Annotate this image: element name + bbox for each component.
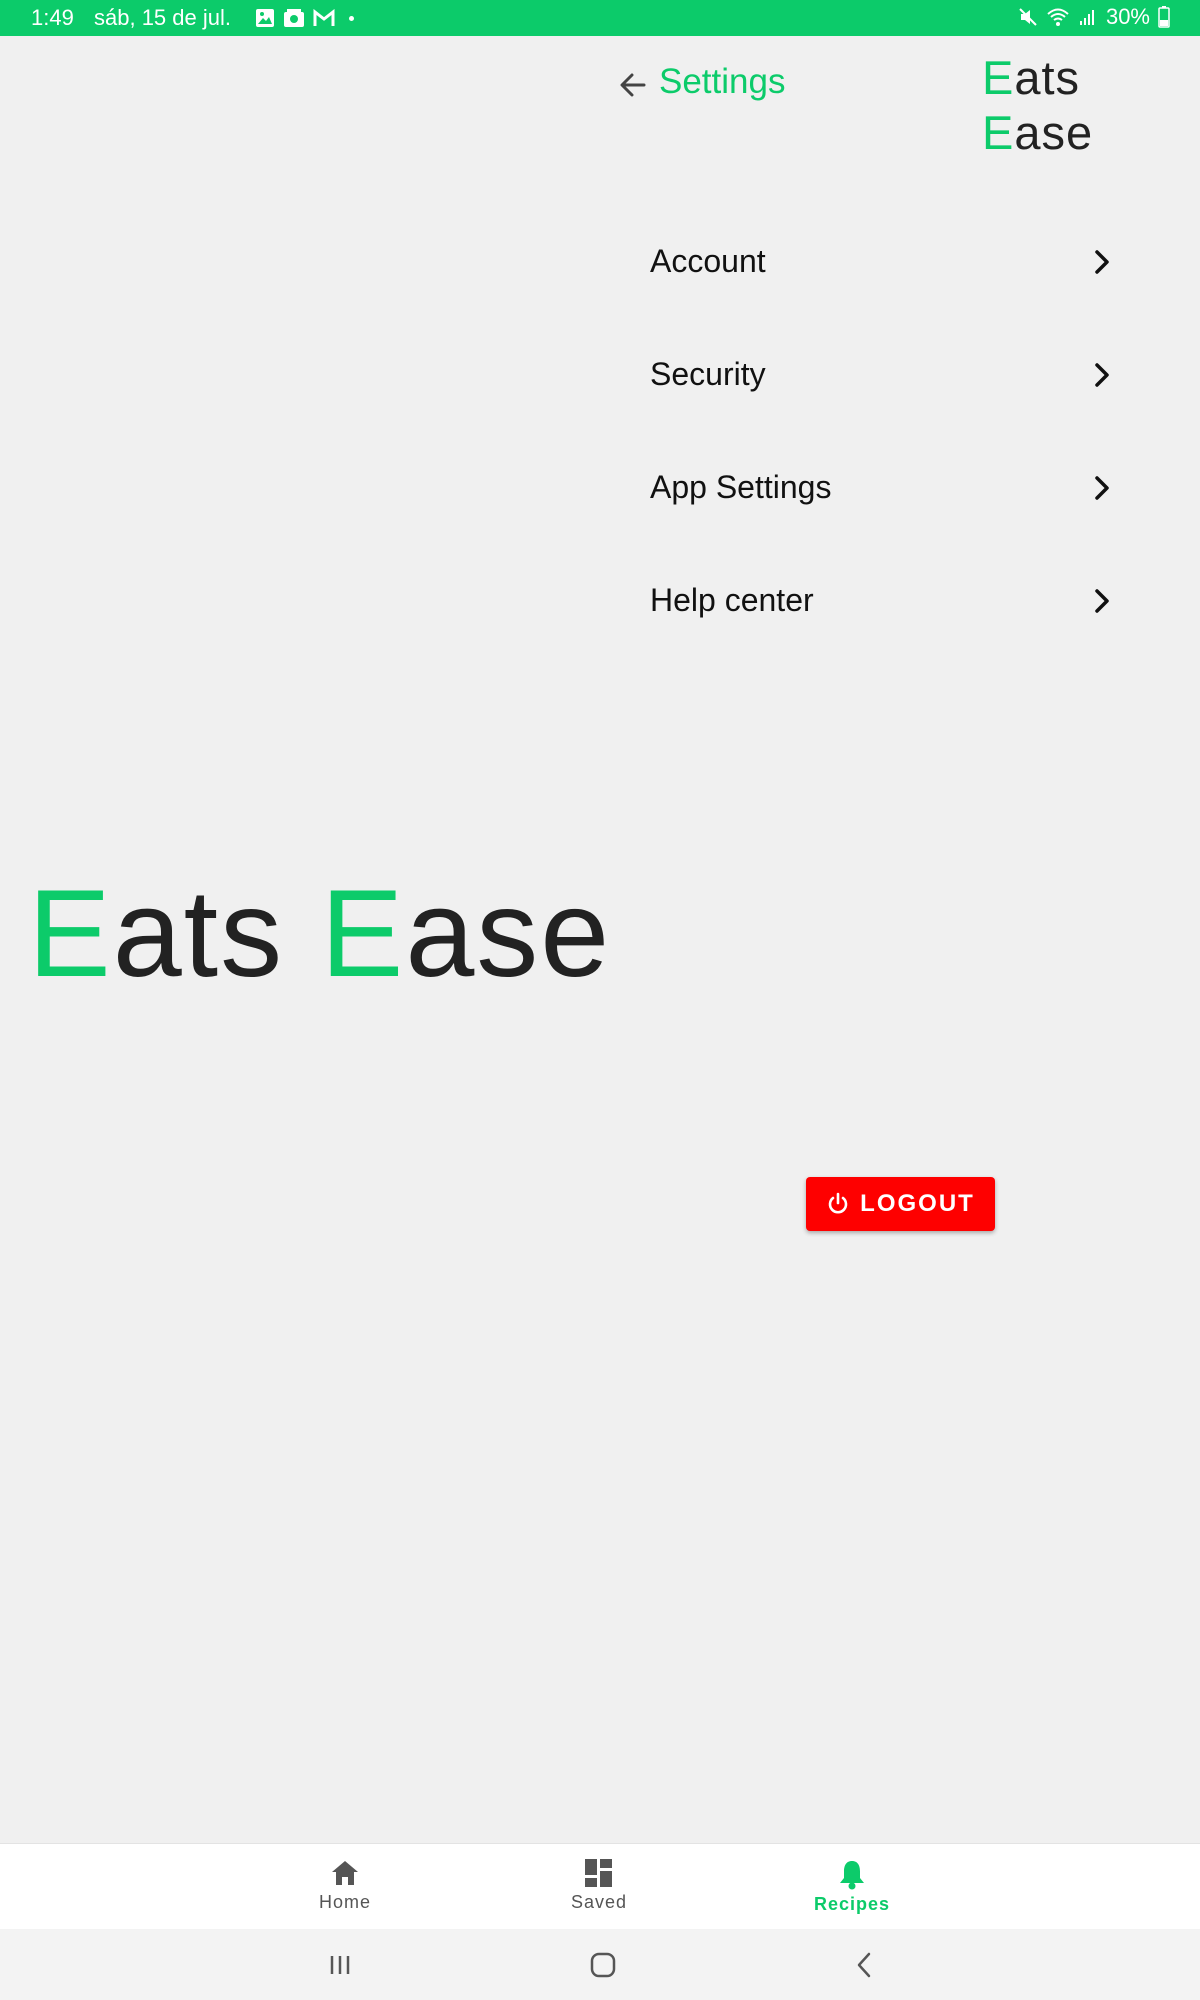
nav-label: Recipes (813, 1894, 891, 1914)
nav-label: Saved (570, 1892, 628, 1912)
status-bar: 1:49 sáb, 15 de jul. 30% (0, 0, 1200, 36)
gmail-icon (313, 9, 335, 27)
battery-icon (1158, 6, 1170, 28)
wifi-icon (1046, 7, 1070, 27)
menu-item-label: Security (650, 356, 766, 392)
menu-item-app-settings[interactable]: App Settings (650, 431, 1120, 544)
mute-icon (1018, 7, 1038, 27)
menu-item-account[interactable]: Account (650, 205, 1120, 318)
system-navigation-bar (0, 1929, 1200, 2000)
status-time: 1:49 (31, 5, 74, 30)
chevron-left-icon (845, 1945, 885, 1985)
brand-logo-small: Eats Ease (982, 51, 1094, 159)
recents-button[interactable] (320, 1945, 360, 1985)
nav-label: Home (318, 1892, 371, 1912)
settings-menu: Account Security App Settings Help cente… (650, 205, 1120, 657)
dashboard-icon (584, 1844, 614, 1888)
power-icon (826, 1192, 850, 1216)
nav-saved[interactable]: Saved (519, 1844, 679, 1930)
arrow-left-icon (616, 73, 650, 106)
chevron-right-icon (1092, 587, 1112, 615)
notification-icons (255, 8, 354, 28)
battery-text: 30% (1105, 4, 1150, 29)
home-circle-icon (583, 1945, 623, 1985)
menu-item-help-center[interactable]: Help center (650, 544, 1120, 657)
menu-item-label: Help center (650, 582, 814, 618)
chevron-right-icon (1092, 361, 1112, 389)
bell-icon (837, 1844, 867, 1890)
menu-item-label: App Settings (650, 469, 832, 505)
nav-recipes[interactable]: Recipes (772, 1844, 932, 1930)
page-title: Settings (659, 62, 786, 101)
nav-home[interactable]: Home (265, 1844, 425, 1930)
back-button[interactable] (616, 68, 650, 102)
notification-dot (349, 15, 354, 21)
chevron-right-icon (1092, 474, 1112, 502)
bottom-navigation: Home Saved Recipes (0, 1843, 1200, 1929)
menu-item-label: Account (650, 243, 766, 279)
menu-item-security[interactable]: Security (650, 318, 1120, 431)
signal-icon (1078, 7, 1098, 27)
gallery-icon (255, 8, 275, 28)
system-status-icons: 30% (1018, 4, 1170, 30)
photo-icon (283, 8, 305, 28)
brand-logo-large: Eats Ease (28, 865, 612, 1003)
back-nav-button[interactable] (845, 1945, 885, 1985)
home-button[interactable] (583, 1945, 623, 1985)
home-icon (329, 1844, 361, 1888)
status-date: sáb, 15 de jul. (94, 5, 231, 30)
chevron-right-icon (1092, 248, 1112, 276)
recents-icon (320, 1945, 360, 1985)
logout-label: LOGOUT (860, 1190, 975, 1217)
logout-button[interactable]: LOGOUT (806, 1177, 995, 1231)
